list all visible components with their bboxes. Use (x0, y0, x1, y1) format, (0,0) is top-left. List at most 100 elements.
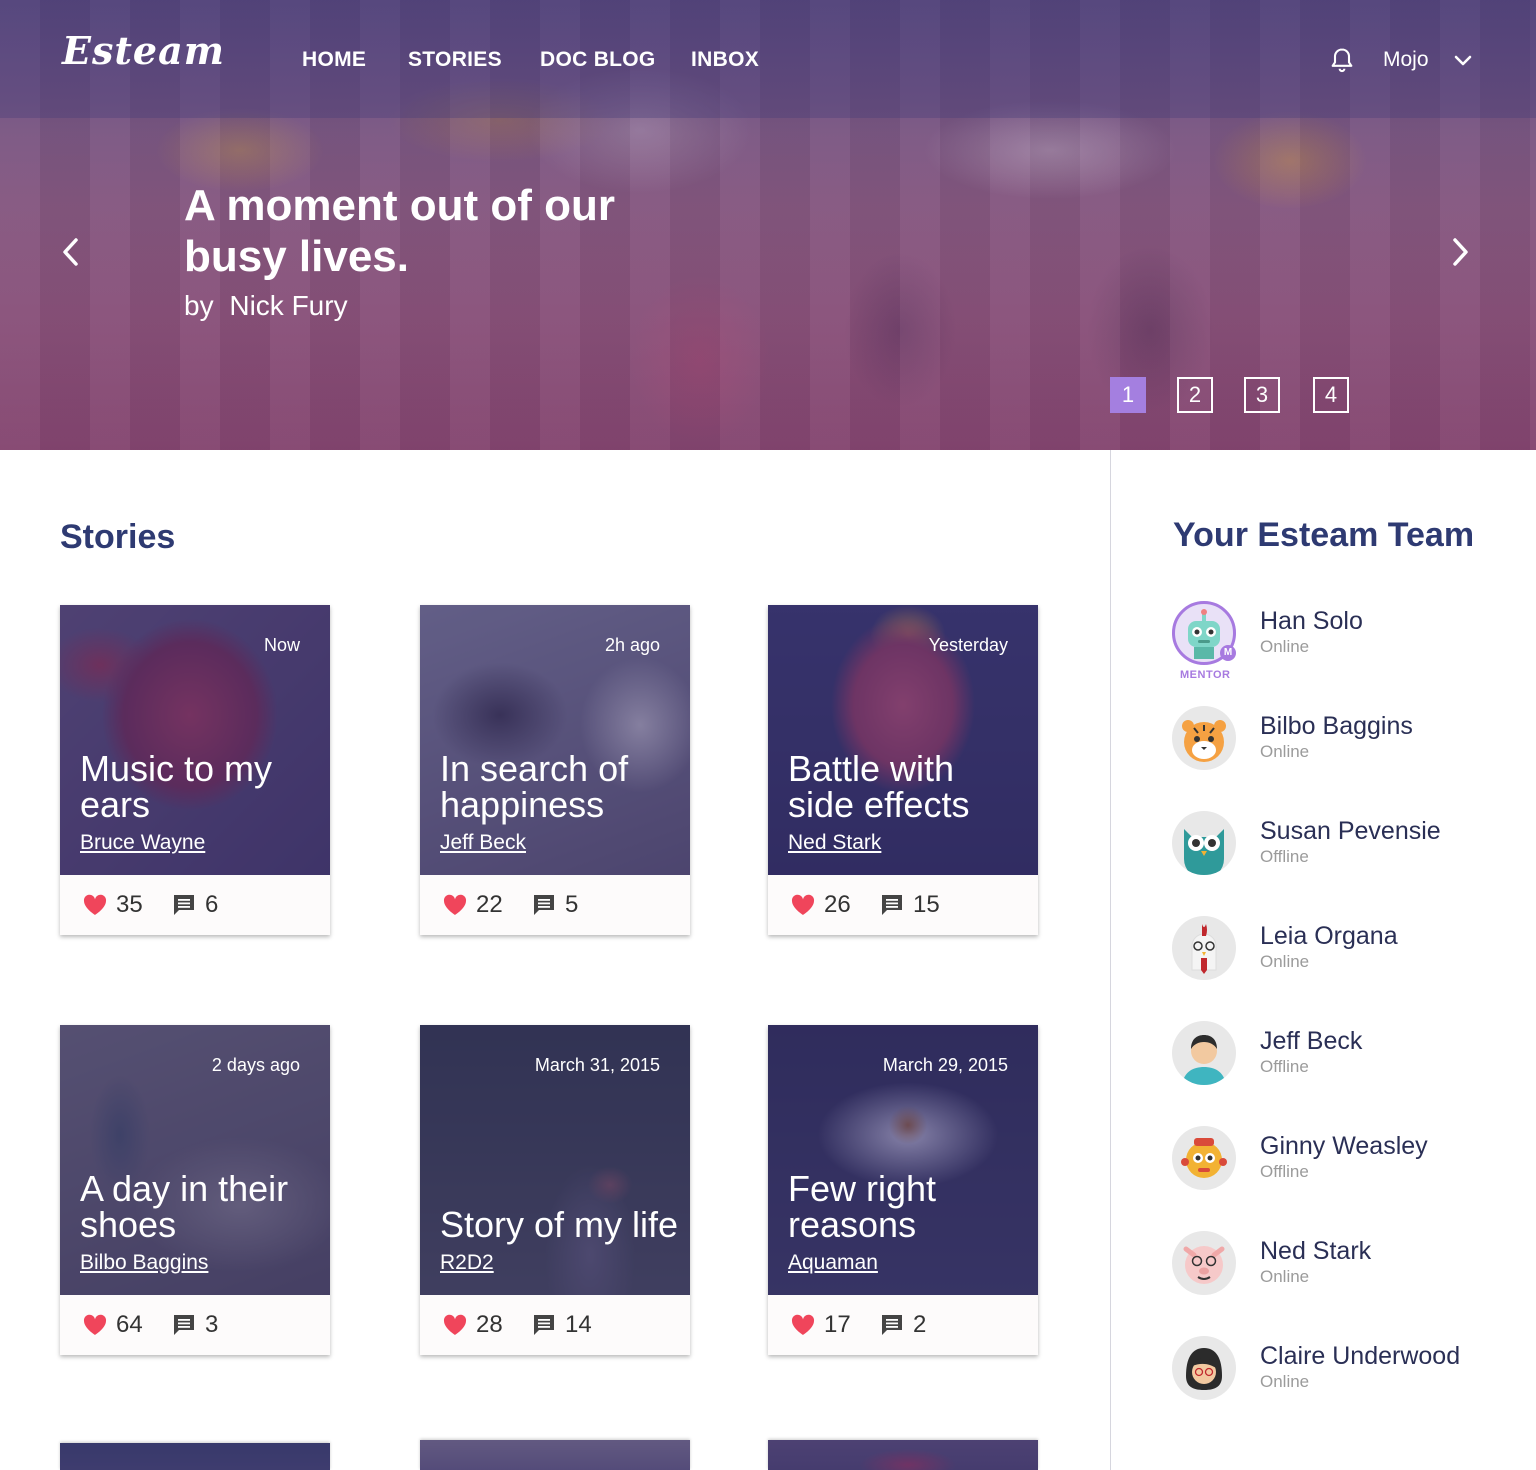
story-author-link[interactable]: Jeff Beck (440, 831, 526, 855)
story-image: Now Music to my ears Bruce Wayne (60, 605, 330, 875)
story-card[interactable] (420, 1440, 690, 1470)
team-member[interactable]: Leia Organa Online (1172, 916, 1512, 996)
hero-title: A moment out of our busy lives. (184, 181, 615, 281)
story-image: Yesterday Battle with side effects Ned S… (768, 605, 1038, 875)
heart-icon[interactable] (82, 893, 108, 917)
member-status: Online (1260, 1267, 1310, 1286)
comment-count: 6 (205, 891, 219, 918)
member-name: Ned Stark (1260, 1237, 1372, 1265)
tiger-avatar (1172, 706, 1236, 770)
team-member[interactable]: Ginny Weasley Offline (1172, 1126, 1512, 1206)
story-author-link[interactable]: Bilbo Baggins (80, 1251, 208, 1275)
heart-icon[interactable] (82, 1313, 108, 1337)
comment-count: 5 (565, 891, 579, 918)
carousel-page-3[interactable]: 3 (1244, 377, 1280, 413)
comment-icon[interactable] (880, 1313, 904, 1337)
logo[interactable]: Esteam (62, 28, 225, 73)
nav-stories[interactable]: STORIES (408, 48, 502, 72)
member-status: Online (1260, 1372, 1310, 1391)
stories-heading: Stories (60, 518, 176, 556)
story-time: 2h ago (604, 635, 660, 655)
nav-inbox[interactable]: INBOX (691, 48, 759, 72)
story-image: 2 days ago A day in their shoes Bilbo Ba… (60, 1025, 330, 1295)
team-member[interactable]: Bilbo Baggins Online (1172, 706, 1512, 786)
story-image: 2h ago In search of happiness Jeff Beck (420, 605, 690, 875)
comment-icon[interactable] (172, 893, 196, 917)
story-stats: 64 3 (60, 1295, 330, 1355)
team-member[interactable]: Ned Stark Online (1172, 1231, 1512, 1311)
team-member[interactable]: M MENTOR Han Solo Online (1172, 601, 1512, 681)
mentor-label: MENTOR (1180, 669, 1231, 681)
heart-icon[interactable] (790, 893, 816, 917)
nav-home[interactable]: HOME (302, 48, 366, 72)
mentor-badge: M (1220, 645, 1236, 661)
chevron-right-icon[interactable] (1444, 232, 1476, 272)
comment-count: 3 (205, 1311, 219, 1338)
chevron-down-icon[interactable] (1452, 52, 1474, 70)
story-card[interactable]: 2h ago In search of happiness Jeff Beck … (420, 605, 690, 935)
user-menu-name[interactable]: Mojo (1383, 48, 1429, 72)
hero-author[interactable]: Nick Fury (229, 290, 347, 321)
carousel-page-4[interactable]: 4 (1313, 377, 1349, 413)
like-count: 28 (476, 1311, 503, 1338)
story-card[interactable] (768, 1440, 1038, 1470)
comment-count: 15 (913, 891, 940, 918)
story-card[interactable] (60, 1443, 330, 1470)
chevron-left-icon[interactable] (55, 232, 87, 272)
member-status: Offline (1260, 1162, 1309, 1181)
comment-icon[interactable] (880, 893, 904, 917)
carousel-page-2[interactable]: 2 (1177, 377, 1213, 413)
story-card[interactable]: March 31, 2015 Story of my life R2D2 28 … (420, 1025, 690, 1355)
story-image (420, 1440, 690, 1470)
sidebar-divider (1110, 450, 1111, 1470)
story-image (768, 1440, 1038, 1470)
rooster-avatar (1172, 916, 1236, 980)
story-time: March 31, 2015 (534, 1055, 660, 1075)
story-author-link[interactable]: Ned Stark (788, 831, 881, 855)
team-member[interactable]: Jeff Beck Offline (1172, 1021, 1512, 1101)
story-image: March 31, 2015 Story of my life R2D2 (420, 1025, 690, 1295)
hero-by-label: by (184, 290, 214, 321)
story-author-link[interactable]: Bruce Wayne (80, 831, 205, 855)
like-count: 17 (824, 1311, 851, 1338)
comment-count: 2 (913, 1311, 927, 1338)
story-title: Story of my life (440, 1204, 679, 1245)
like-count: 64 (116, 1311, 143, 1338)
story-card[interactable]: Now Music to my ears Bruce Wayne 35 6 (60, 605, 330, 935)
comment-icon[interactable] (532, 1313, 556, 1337)
team-member[interactable]: Susan Pevensie Offline (1172, 811, 1512, 891)
member-name: Jeff Beck (1260, 1027, 1363, 1055)
member-status: Offline (1260, 847, 1309, 866)
story-title: A day in their shoes (80, 1168, 289, 1245)
story-author-link[interactable]: Aquaman (788, 1251, 878, 1275)
like-count: 35 (116, 891, 143, 918)
heart-icon[interactable] (790, 1313, 816, 1337)
story-card[interactable]: Yesterday Battle with side effects Ned S… (768, 605, 1038, 935)
like-count: 22 (476, 891, 503, 918)
member-status: Online (1260, 742, 1310, 761)
comment-icon[interactable] (532, 893, 556, 917)
story-image (60, 1443, 330, 1470)
nav-doc-blog[interactable]: DOC BLOG (540, 48, 656, 72)
bell-icon[interactable] (1328, 46, 1356, 74)
story-time: March 29, 2015 (882, 1055, 1008, 1075)
story-stats: 26 15 (768, 875, 1038, 935)
team-member[interactable]: Claire Underwood Online (1172, 1336, 1512, 1416)
team-heading: Your Esteam Team (1173, 516, 1475, 554)
carousel-page-1[interactable]: 1 (1110, 377, 1146, 413)
comment-icon[interactable] (172, 1313, 196, 1337)
story-card[interactable]: 2 days ago A day in their shoes Bilbo Ba… (60, 1025, 330, 1355)
heart-icon[interactable] (442, 1313, 468, 1337)
story-time: Now (263, 635, 300, 655)
top-navigation: Esteam HOME STORIES DOC BLOG INBOX Mojo (0, 0, 1536, 118)
member-status: Online (1260, 637, 1310, 656)
hero-byline: by Nick Fury (184, 290, 348, 322)
story-author-link[interactable]: R2D2 (440, 1251, 494, 1275)
heart-icon[interactable] (442, 893, 468, 917)
story-image: March 29, 2015 Few right reasons Aquaman (768, 1025, 1038, 1295)
member-name: Claire Underwood (1260, 1342, 1461, 1370)
story-card[interactable]: March 29, 2015 Few right reasons Aquaman… (768, 1025, 1038, 1355)
monkey-robot-avatar (1172, 1126, 1236, 1190)
member-name: Susan Pevensie (1260, 817, 1441, 845)
woman-avatar (1172, 1336, 1236, 1400)
